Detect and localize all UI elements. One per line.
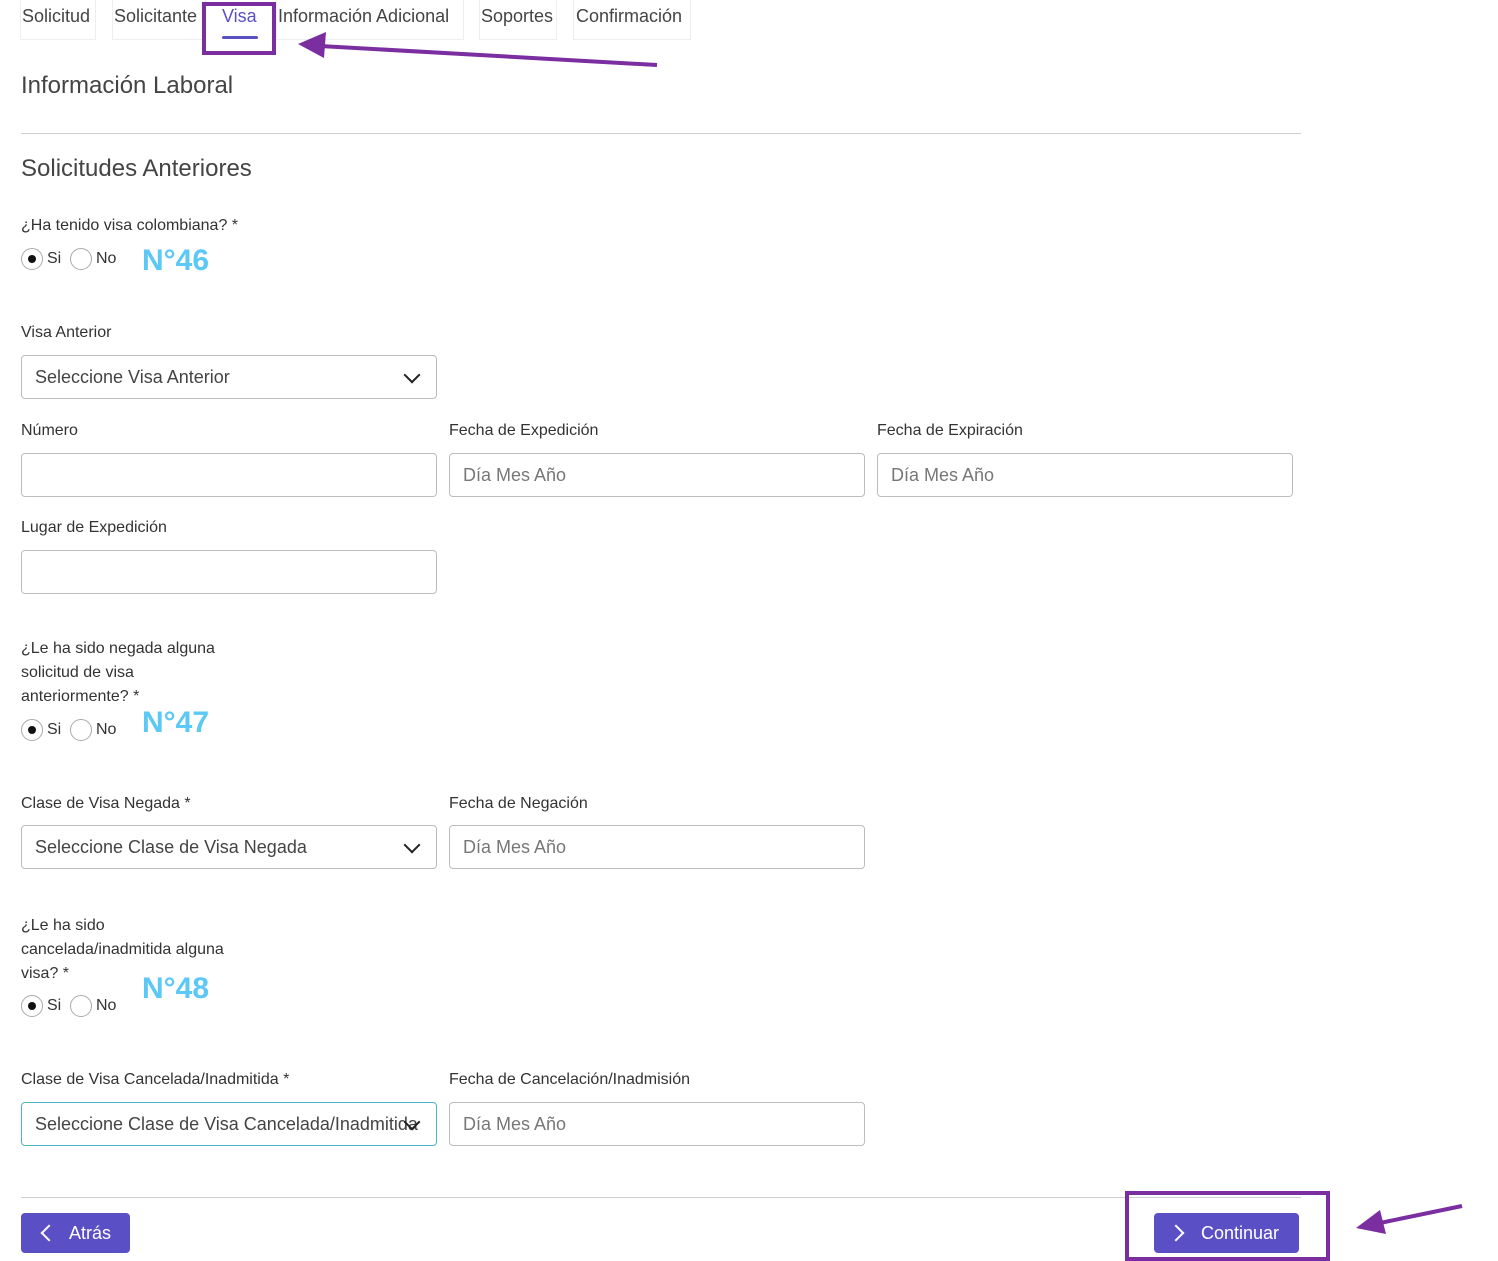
chevron-left-icon	[40, 1224, 58, 1242]
radio-no[interactable]	[70, 248, 92, 270]
tab-label: Solicitante	[114, 6, 198, 26]
section-title-informacion-laboral: Información Laboral	[21, 72, 234, 99]
question-visa-cancelada-line2: cancelada/inadmitida alguna	[21, 941, 224, 958]
select-value: Seleccione Clase de Visa Negada	[35, 837, 307, 857]
date-input-fecha-cancelacion[interactable]: Día Mes Año	[449, 1102, 865, 1146]
select-value: Seleccione Clase de Visa Cancelada/Inadm…	[35, 1114, 418, 1134]
radio-group-visa-cancelada: Si No	[21, 995, 141, 1019]
select-visa-anterior[interactable]: Seleccione Visa Anterior	[21, 355, 437, 399]
select-clase-visa-cancelada[interactable]: Seleccione Clase de Visa Cancelada/Inadm…	[21, 1102, 437, 1146]
radio-si[interactable]	[21, 248, 43, 270]
question-visa-negada-line3: anteriormente? *	[21, 688, 140, 705]
radio-group-visa-colombiana: Si No	[21, 248, 141, 272]
annotation-arrow-icon	[1356, 1204, 1463, 1234]
radio-label-si: Si	[47, 721, 62, 738]
radio-label-no: No	[96, 721, 117, 738]
question-visa-negada-line2: solicitud de visa	[21, 664, 134, 681]
tab-solicitante[interactable]: Solicitante	[112, 0, 206, 40]
select-value: Seleccione Visa Anterior	[35, 367, 230, 387]
date-input-fecha-expiracion[interactable]: Día Mes Año	[877, 453, 1293, 497]
radio-label-si: Si	[47, 997, 62, 1014]
question-visa-negada-line1: ¿Le ha sido negada alguna	[21, 640, 215, 657]
radio-label-no: No	[96, 250, 117, 267]
label-fecha-expiracion: Fecha de Expiración	[877, 422, 1023, 439]
date-input-fecha-expedicion[interactable]: Día Mes Año	[449, 453, 865, 497]
label-numero: Número	[21, 422, 78, 439]
back-button[interactable]: Atrás	[21, 1213, 130, 1253]
label-fecha-expedicion: Fecha de Expedición	[449, 422, 599, 439]
label-lugar-expedicion: Lugar de Expedición	[21, 519, 167, 536]
input-numero[interactable]	[21, 453, 437, 497]
label-clase-visa-cancelada: Clase de Visa Cancelada/Inadmitida *	[21, 1071, 290, 1088]
annotation-badge: N°47	[142, 706, 210, 739]
tab-label: Solicitud	[22, 6, 91, 26]
radio-group-visa-negada: Si No	[21, 719, 141, 743]
label-fecha-cancelacion: Fecha de Cancelación/Inadmisión	[449, 1071, 691, 1088]
divider	[21, 133, 1301, 134]
radio-si[interactable]	[21, 719, 43, 741]
chevron-down-icon	[403, 836, 421, 854]
tab-solicitud[interactable]: Solicitud	[20, 0, 96, 40]
divider	[21, 1197, 1301, 1198]
question-visa-cancelada-line3: visa? *	[21, 965, 70, 982]
select-clase-visa-negada[interactable]: Seleccione Clase de Visa Negada	[21, 825, 437, 869]
back-button-label: Atrás	[69, 1223, 112, 1243]
label-clase-visa-negada: Clase de Visa Negada *	[21, 795, 191, 812]
radio-no[interactable]	[70, 719, 92, 741]
annotation-badge: N°46	[142, 244, 210, 277]
radio-label-no: No	[96, 997, 117, 1014]
annotation-highlight-box	[202, 2, 276, 55]
input-lugar-expedicion[interactable]	[21, 550, 437, 594]
annotation-badge: N°48	[142, 972, 210, 1005]
radio-si[interactable]	[21, 995, 43, 1017]
question-visa-colombiana: ¿Ha tenido visa colombiana? *	[21, 217, 239, 234]
annotation-arrow-icon	[298, 32, 658, 67]
label-visa-anterior: Visa Anterior	[21, 324, 112, 341]
radio-no[interactable]	[70, 995, 92, 1017]
radio-label-si: Si	[47, 250, 62, 267]
label-fecha-negacion: Fecha de Negación	[449, 795, 588, 812]
section-title-solicitudes-anteriores: Solicitudes Anteriores	[21, 155, 252, 182]
annotation-highlight-box	[1125, 1191, 1330, 1261]
date-input-fecha-negacion[interactable]: Día Mes Año	[449, 825, 865, 869]
question-visa-cancelada-line1: ¿Le ha sido	[21, 917, 105, 934]
chevron-down-icon	[403, 366, 421, 384]
